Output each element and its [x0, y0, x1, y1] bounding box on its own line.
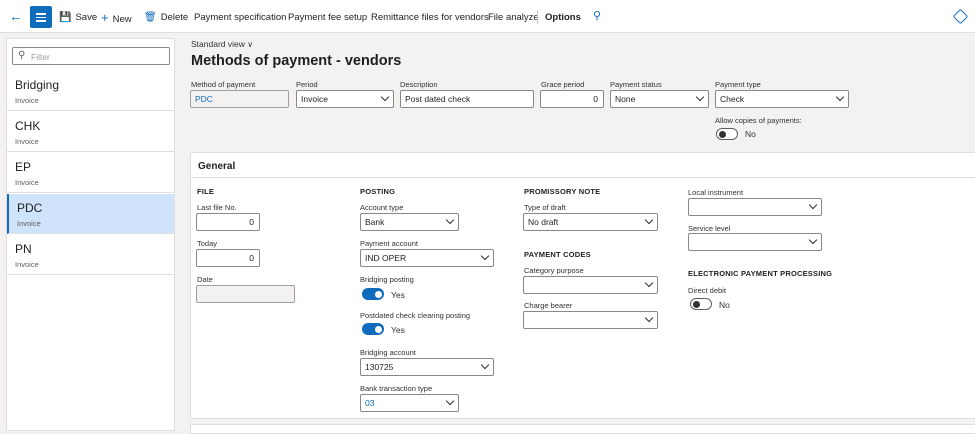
bridging-posting-toggle[interactable] — [362, 288, 384, 300]
list-item[interactable]: Bridging Invoice — [7, 71, 174, 111]
list-item[interactable]: PN Invoice — [7, 235, 174, 275]
direct-debit-toggle[interactable] — [690, 298, 712, 310]
next-fasttab — [190, 424, 975, 434]
allow-copies-label: Allow copies of payments: — [715, 116, 802, 125]
chevron-down-icon — [644, 313, 654, 323]
method-of-payment-label: Method of payment — [191, 80, 256, 89]
method-of-payment-field[interactable]: PDC — [190, 90, 289, 108]
bridging-posting-label: Bridging posting — [360, 275, 414, 284]
filter-input[interactable]: ⚲ Filter — [12, 47, 170, 65]
record-list-pane: ⚲ Filter Bridging Invoice CHK Invoice EP… — [6, 38, 175, 431]
save-icon: 💾 — [59, 12, 72, 23]
payment-type-label: Payment type — [715, 80, 761, 89]
today-field[interactable]: 0 — [196, 249, 260, 267]
period-label: Period — [296, 80, 318, 89]
local-instrument-label: Local instrument — [688, 188, 744, 197]
bank-transaction-type-select[interactable]: 03 — [360, 394, 459, 412]
chevron-down-icon — [835, 92, 845, 102]
bank-transaction-type-label: Bank transaction type — [360, 384, 433, 393]
promissory-note-heading: PROMISSORY NOTE — [524, 187, 601, 196]
search-icon[interactable]: ⚲ — [593, 11, 605, 23]
back-arrow-icon[interactable]: ← — [9, 9, 25, 25]
period-select[interactable]: Invoice — [296, 90, 394, 108]
chevron-down-icon — [480, 251, 490, 261]
chevron-down-icon — [695, 92, 705, 102]
payment-account-select[interactable]: IND OPER — [360, 249, 494, 267]
payment-status-label: Payment status — [610, 80, 662, 89]
allow-copies-value: No — [745, 129, 756, 139]
file-heading: FILE — [197, 187, 215, 196]
new-button[interactable]: + New — [101, 0, 132, 33]
local-instrument-select[interactable] — [688, 198, 822, 216]
plus-icon: + — [101, 10, 109, 25]
trash-icon: 🗑 — [144, 12, 157, 23]
direct-debit-value: No — [719, 300, 730, 310]
general-section-title[interactable]: General — [198, 161, 235, 172]
view-selector[interactable]: Standard view ∨ — [191, 39, 253, 49]
list-item-selected[interactable]: PDC Invoice — [7, 194, 174, 234]
chevron-down-icon — [808, 235, 818, 245]
charge-bearer-select[interactable] — [523, 311, 658, 329]
hamburger-menu-icon[interactable] — [30, 6, 52, 28]
search-icon: ⚲ — [18, 50, 26, 61]
postdated-clearing-label: Postdated check clearing posting — [360, 311, 471, 320]
bridging-account-select[interactable]: 130725 — [360, 358, 494, 376]
electronic-payment-heading: ELECTRONIC PAYMENT PROCESSING — [688, 269, 833, 278]
page-title: Methods of payment - vendors — [191, 53, 402, 69]
chevron-down-icon — [644, 215, 654, 225]
today-label: Today — [197, 239, 218, 248]
options-tab[interactable]: Options — [545, 0, 581, 33]
list-item[interactable]: EP Invoice — [7, 153, 174, 193]
postdated-clearing-value: Yes — [391, 325, 405, 335]
type-of-draft-select[interactable]: No draft — [523, 213, 658, 231]
bridging-posting-value: Yes — [391, 290, 405, 300]
payment-specification-button[interactable]: Payment specification — [194, 0, 286, 33]
action-pane: ← 💾 Save + New 🗑 Delete Payment specificati… — [0, 0, 975, 33]
chevron-down-icon: ∨ — [247, 40, 254, 49]
postdated-clearing-toggle[interactable] — [362, 323, 384, 335]
bridging-account-label: Bridging account — [360, 348, 416, 357]
service-level-label: Service level — [688, 224, 731, 233]
last-file-field[interactable]: 0 — [196, 213, 260, 231]
type-of-draft-label: Type of draft — [524, 203, 566, 212]
date-label: Date — [197, 275, 213, 284]
description-label: Description — [400, 80, 438, 89]
section-divider — [190, 177, 975, 178]
personalize-icon[interactable] — [952, 8, 969, 25]
chevron-down-icon — [380, 92, 390, 102]
payment-codes-heading: PAYMENT CODES — [524, 250, 591, 259]
save-button[interactable]: 💾 Save — [59, 0, 97, 33]
grace-period-label: Grace period — [541, 80, 585, 89]
service-level-select[interactable] — [688, 233, 822, 251]
payment-account-label: Payment account — [360, 239, 418, 248]
description-field[interactable]: Post dated check — [400, 90, 534, 108]
chevron-down-icon — [480, 360, 490, 370]
chevron-down-icon — [445, 215, 455, 225]
account-type-select[interactable]: Bank — [360, 213, 459, 231]
chevron-down-icon — [644, 278, 654, 288]
delete-button[interactable]: 🗑 Delete — [144, 0, 188, 33]
account-type-label: Account type — [360, 203, 404, 212]
direct-debit-label: Direct debit — [688, 286, 726, 295]
last-file-label: Last file No. — [197, 203, 237, 212]
charge-bearer-label: Charge bearer — [524, 301, 573, 310]
file-analyze-button[interactable]: File analyze — [488, 0, 539, 33]
date-field[interactable] — [196, 285, 295, 303]
grace-period-field[interactable]: 0 — [540, 90, 604, 108]
posting-heading: POSTING — [360, 187, 396, 196]
allow-copies-toggle[interactable] — [716, 128, 738, 140]
payment-status-select[interactable]: None — [610, 90, 709, 108]
remittance-files-button[interactable]: Remittance files for vendors — [371, 0, 489, 33]
category-purpose-select[interactable] — [523, 276, 658, 294]
payment-fee-setup-button[interactable]: Payment fee setup — [288, 0, 367, 33]
list-item[interactable]: CHK Invoice — [7, 112, 174, 152]
chevron-down-icon — [808, 200, 818, 210]
category-purpose-label: Category purpose — [524, 266, 584, 275]
payment-type-select[interactable]: Check — [715, 90, 849, 108]
chevron-down-icon — [445, 396, 455, 406]
toolbar-divider — [537, 10, 538, 24]
